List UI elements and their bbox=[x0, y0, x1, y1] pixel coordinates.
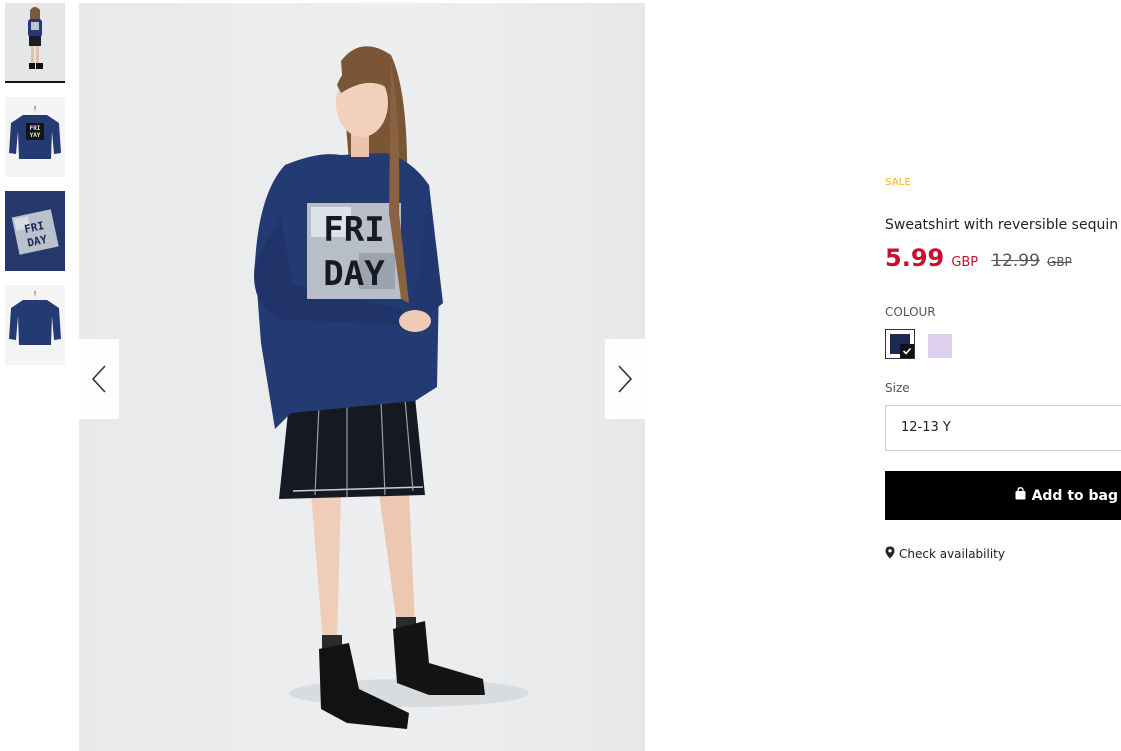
current-price: 5.99 bbox=[885, 244, 945, 272]
print-line1: FRI bbox=[323, 210, 384, 250]
thumbnail-full-look-image bbox=[5, 3, 65, 81]
bag-icon bbox=[1014, 487, 1027, 504]
previous-image-button[interactable] bbox=[79, 339, 119, 419]
colour-label: COLOUR bbox=[885, 305, 936, 319]
thumbnail-active-indicator bbox=[5, 81, 65, 83]
chevron-right-icon bbox=[618, 365, 633, 393]
thumbnail-sequin-detail[interactable]: FRI DAY bbox=[5, 191, 65, 271]
chevron-left-icon bbox=[91, 365, 106, 393]
thumbnail-full-look[interactable] bbox=[5, 3, 65, 83]
thumb-print-line2: YAY bbox=[30, 132, 41, 139]
size-select[interactable]: 12-13 Y bbox=[885, 405, 1121, 451]
next-image-button[interactable] bbox=[605, 339, 645, 419]
location-pin-icon bbox=[885, 546, 895, 562]
price-row: 5.99 GBP 12.99 GBP bbox=[885, 244, 1072, 272]
thumbnail-front-flat-image: FRI YAY bbox=[5, 97, 65, 177]
product-page: FRI YAY FRI DAY FRI DAY SALE Sweatshirt … bbox=[0, 0, 1121, 751]
print-line2: DAY bbox=[323, 254, 385, 294]
thumbnail-back-flat-image bbox=[5, 285, 65, 365]
thumbnail-back-flat[interactable] bbox=[5, 285, 65, 365]
main-product-image: FRI DAY bbox=[79, 3, 645, 751]
size-label: Size bbox=[885, 381, 910, 395]
add-to-bag-label: Add to bag bbox=[1031, 487, 1118, 504]
check-availability-link[interactable]: Check availability bbox=[885, 546, 1005, 562]
colour-swatch-navy[interactable] bbox=[885, 329, 915, 359]
model-photo: FRI DAY bbox=[254, 46, 529, 729]
original-price: 12.99 bbox=[991, 251, 1040, 271]
product-title: Sweatshirt with reversible sequin bbox=[885, 217, 1119, 233]
sale-badge: SALE bbox=[885, 177, 912, 188]
current-price-currency: GBP bbox=[951, 255, 979, 270]
add-to-bag-button[interactable]: Add to bag bbox=[885, 471, 1121, 520]
thumbnail-sequin-detail-image: FRI DAY bbox=[5, 191, 65, 271]
colour-swatch-lilac[interactable] bbox=[928, 334, 952, 358]
original-price-currency: GBP bbox=[1047, 255, 1072, 269]
check-availability-label: Check availability bbox=[899, 547, 1005, 561]
thumbnail-front-flat[interactable]: FRI YAY bbox=[5, 97, 65, 177]
thumb-print-line1: FRI bbox=[30, 125, 41, 132]
size-select-value: 12-13 Y bbox=[901, 420, 951, 435]
checkmark-icon bbox=[900, 344, 914, 358]
